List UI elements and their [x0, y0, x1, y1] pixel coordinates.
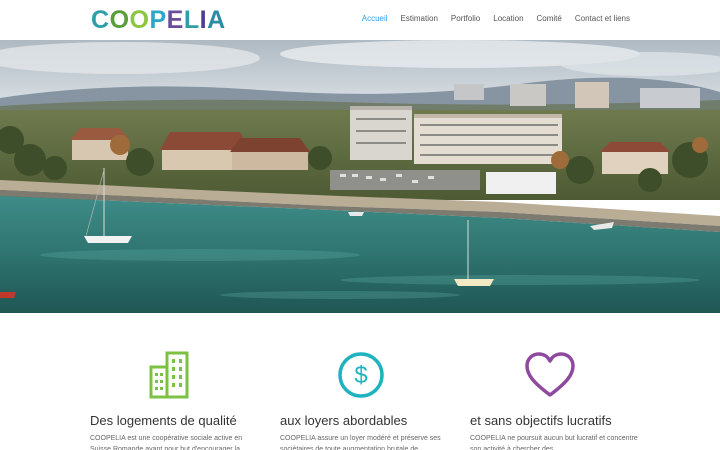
nav-item-portfolio[interactable]: Portfolio [451, 14, 480, 23]
hero-photo [0, 40, 720, 313]
nav-item-contact[interactable]: Contact et liens [575, 14, 630, 23]
main-nav: Accueil Estimation Portfolio Location Co… [349, 14, 630, 23]
logo-text: COOPELIA [91, 5, 226, 34]
feature-title: et sans objectifs lucratifs [470, 413, 612, 428]
features-section: Des logements de qualité COOPELIA est un… [0, 313, 720, 450]
nav-item-accueil[interactable]: Accueil [362, 14, 388, 23]
nav-item-location[interactable]: Location [493, 14, 523, 23]
hero-image [0, 40, 720, 313]
buildings-icon [149, 351, 189, 399]
feature-title: Des logements de qualité [90, 413, 237, 428]
feature-text: COOPELIA est une coopérative sociale act… [90, 435, 243, 450]
site-logo[interactable]: COOPELIA [91, 5, 226, 34]
svg-text:$: $ [354, 362, 367, 389]
feature-title: aux loyers abordables [280, 413, 408, 428]
dollar-icon: $ [338, 352, 384, 398]
site-header: COOPELIA Accueil Estimation Portfolio Lo… [0, 0, 720, 40]
feature-text: COOPELIA ne poursuit aucun but lucratif … [470, 435, 638, 450]
feature-text: COOPELIA assure un loyer modéré et prése… [280, 435, 441, 450]
nav-item-comite[interactable]: Comité [537, 14, 562, 23]
heart-icon [525, 352, 575, 397]
nav-item-estimation[interactable]: Estimation [401, 14, 438, 23]
